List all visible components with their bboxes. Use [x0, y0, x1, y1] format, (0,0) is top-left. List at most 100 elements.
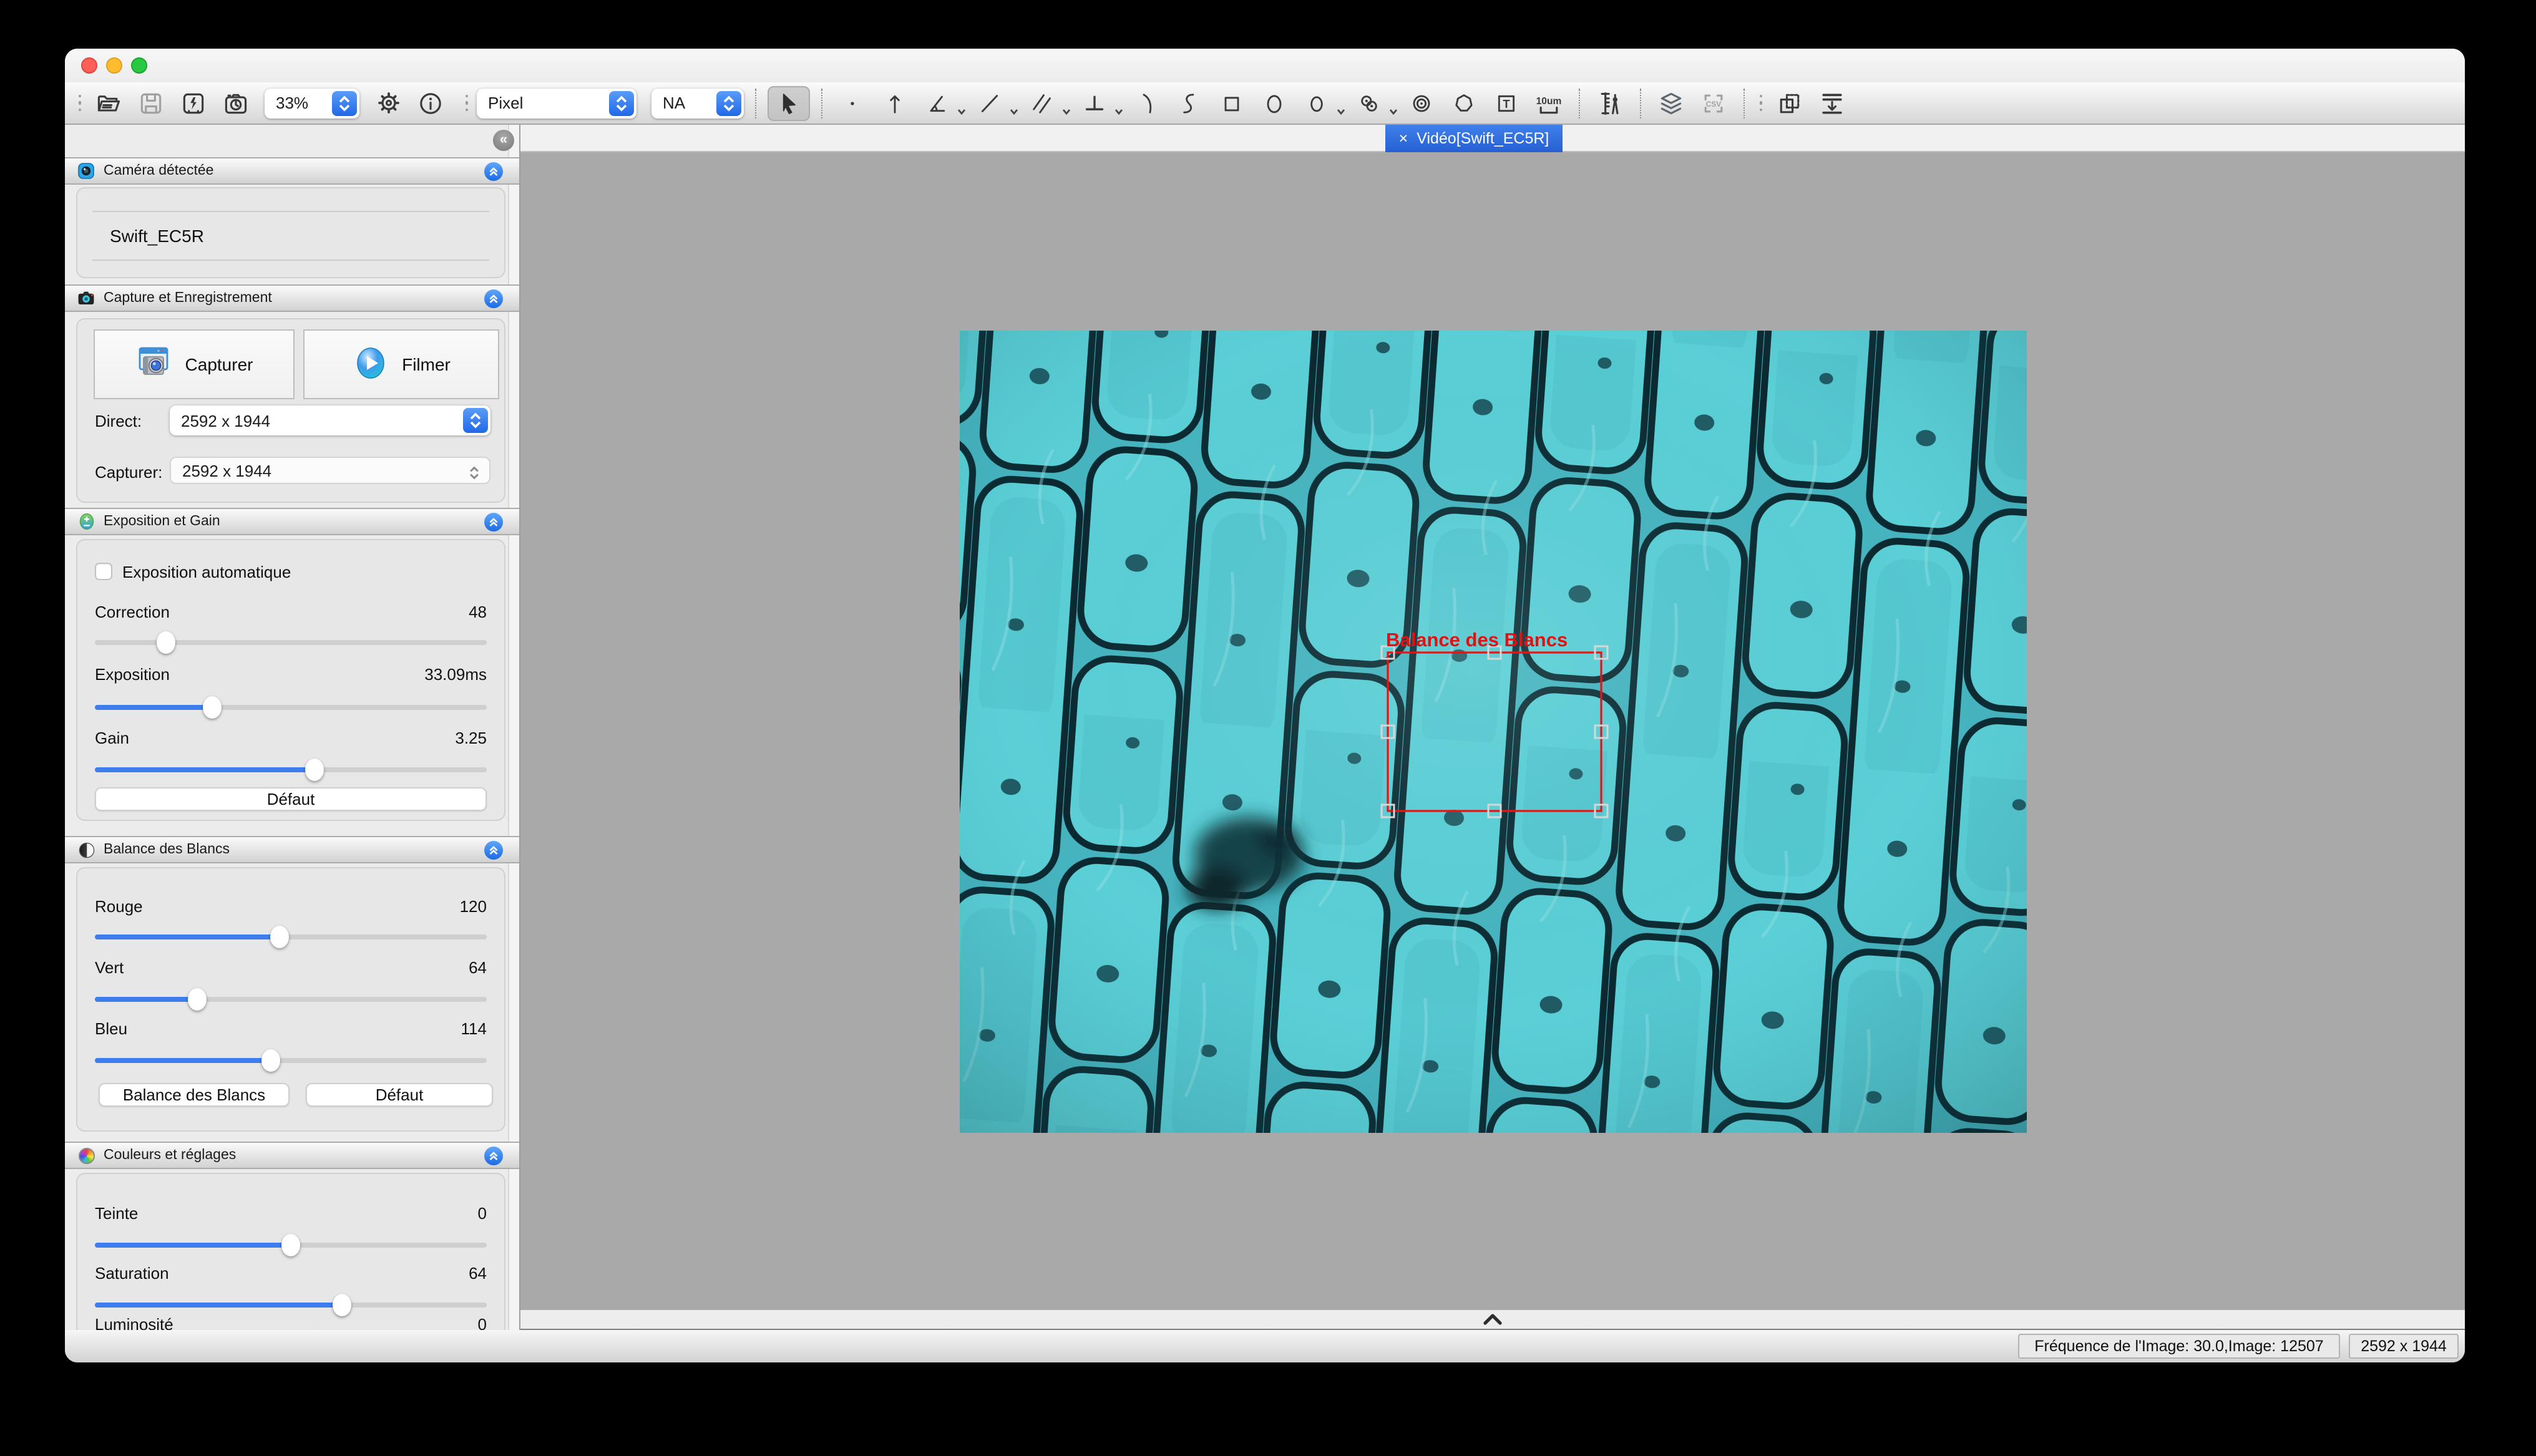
chevron-up-icon[interactable]	[1483, 1308, 1503, 1331]
ellipse-tool[interactable]	[1256, 85, 1293, 120]
panel-title: Balance des Blancs	[104, 842, 476, 857]
scale-bar-10um-icon[interactable]: 10um	[1530, 85, 1568, 120]
calipers-icon[interactable]	[1591, 85, 1629, 120]
blue-slider[interactable]	[95, 1049, 487, 1072]
curve-tool[interactable]	[1171, 85, 1208, 120]
panel-header-colors[interactable]: Couleurs et réglages	[65, 1142, 519, 1169]
collapse-panel-button[interactable]	[484, 840, 503, 859]
polygon-tool[interactable]	[1445, 85, 1483, 120]
arc-tool[interactable]	[1128, 85, 1166, 120]
line-tool[interactable]	[971, 85, 1008, 120]
panel-header-camera[interactable]: Caméra détectée	[65, 157, 519, 185]
hue-slider[interactable]	[95, 1234, 487, 1256]
na-select[interactable]: NA	[651, 88, 744, 118]
copy-icon[interactable]	[1771, 85, 1808, 120]
capture-resolution-select[interactable]: 2592 x 1944	[170, 457, 490, 484]
arrow-tool[interactable]	[876, 85, 914, 120]
csv-export-icon[interactable]: CSV	[1695, 85, 1732, 120]
video-tab[interactable]: × Vidéo[Swift_EC5R]	[1385, 125, 1563, 152]
settings-gear-icon[interactable]	[369, 85, 407, 120]
green-slider[interactable]	[95, 988, 487, 1011]
circle-tool[interactable]	[1298, 85, 1335, 120]
slider-thumb[interactable]	[281, 1234, 300, 1256]
live-resolution-select[interactable]: 2592 x 1944	[170, 405, 490, 435]
sidebar: « Caméra détectée Swift_EC5R Capture et	[65, 125, 520, 1330]
concentric-circles-tool[interactable]	[1403, 85, 1440, 120]
circle-tool-caret[interactable]	[1337, 98, 1345, 120]
red-slider[interactable]	[95, 926, 487, 948]
unit-select[interactable]: Pixel	[477, 88, 636, 118]
auto-exposure-checkbox[interactable]	[95, 563, 112, 580]
perpendicular-tool[interactable]	[1076, 85, 1113, 120]
toolbar-drag-handle[interactable]	[75, 88, 85, 118]
angle-tool-caret[interactable]	[957, 98, 966, 120]
exposure-default-button[interactable]: Défaut	[95, 787, 487, 811]
titlebar[interactable]	[65, 49, 2465, 82]
slider-thumb[interactable]	[156, 631, 175, 654]
capture-photo-icon	[135, 344, 173, 385]
perpendicular-tool-caret[interactable]	[1114, 98, 1123, 120]
slider-thumb[interactable]	[187, 988, 206, 1011]
saturation-slider[interactable]	[95, 1294, 487, 1316]
gain-slider[interactable]	[95, 759, 487, 781]
minimize-window-button[interactable]	[106, 57, 122, 74]
capture-flash-icon[interactable]	[175, 85, 212, 120]
na-value: NA	[663, 94, 685, 112]
open-file-icon[interactable]	[90, 85, 127, 120]
close-window-button[interactable]	[81, 57, 97, 74]
zoom-select[interactable]: 33%	[265, 88, 359, 118]
collapse-panel-button[interactable]	[484, 289, 503, 308]
panel-header-capture[interactable]: Capture et Enregistrement	[65, 284, 519, 312]
export-icon[interactable]	[1813, 85, 1851, 120]
line-tool-caret[interactable]	[1010, 98, 1018, 120]
svg-text:T: T	[1503, 97, 1509, 110]
linked-circles-tool-caret[interactable]	[1389, 98, 1398, 120]
text-tool[interactable]: T	[1488, 85, 1525, 120]
collapse-sidebar-button[interactable]: «	[493, 130, 514, 151]
resolution-status: 2592 x 1944	[2349, 1334, 2459, 1359]
linked-circles-tool[interactable]	[1350, 85, 1388, 120]
selection-overlay[interactable]	[959, 330, 2026, 1132]
collapse-panel-button[interactable]	[484, 162, 503, 180]
slider-thumb[interactable]	[203, 696, 222, 719]
stepper-chevrons-icon	[716, 90, 741, 115]
save-icon[interactable]	[132, 85, 170, 120]
parallel-lines-tool[interactable]	[1023, 85, 1061, 120]
slider-thumb[interactable]	[270, 926, 288, 948]
close-tab-icon[interactable]: ×	[1399, 130, 1408, 147]
white-balance-default-button[interactable]: Défaut	[306, 1083, 493, 1107]
selection-rect[interactable]	[1387, 652, 1601, 810]
video-image[interactable]: Balance des Blancs	[959, 330, 2026, 1132]
rectangle-tool[interactable]	[1213, 85, 1251, 120]
capture-timer-icon[interactable]	[217, 85, 255, 120]
capture-panel-body: Capturer Filmer Direct: 2592 x 1944 Capt…	[76, 318, 505, 503]
toolbar-drag-handle[interactable]	[1756, 88, 1766, 118]
selection-handles[interactable]	[1381, 646, 1607, 817]
reveal-strip[interactable]	[520, 1310, 2465, 1330]
parallel-lines-tool-caret[interactable]	[1062, 98, 1071, 120]
svg-text:10um: 10um	[1536, 95, 1562, 106]
slider-thumb[interactable]	[333, 1294, 351, 1316]
slider-thumb[interactable]	[305, 759, 324, 781]
collapse-panel-button[interactable]	[484, 512, 503, 531]
toolbar-drag-handle[interactable]	[462, 88, 472, 118]
collapse-panel-button[interactable]	[484, 1146, 503, 1165]
layers-icon[interactable]	[1652, 85, 1690, 120]
record-button[interactable]: Filmer	[303, 329, 499, 399]
panel-header-white-balance[interactable]: Balance des Blancs	[65, 836, 519, 863]
info-icon[interactable]	[412, 85, 449, 120]
cursor-tool[interactable]	[768, 85, 810, 120]
slider-thumb[interactable]	[262, 1049, 281, 1072]
angle-tool[interactable]	[919, 85, 956, 120]
capture-button[interactable]: Capturer	[94, 329, 295, 399]
panel-header-exposure[interactable]: Exposition et Gain	[65, 508, 519, 535]
green-value: 64	[469, 958, 487, 976]
exposure-slider[interactable]	[95, 696, 487, 719]
camera-device-row[interactable]: Swift_EC5R	[110, 226, 204, 246]
zoom-window-button[interactable]	[131, 57, 147, 74]
camera-list: Swift_EC5R	[76, 187, 505, 278]
white-balance-button[interactable]: Balance des Blancs	[99, 1083, 290, 1107]
point-tool[interactable]	[834, 85, 871, 120]
correction-slider[interactable]	[95, 631, 487, 654]
white-balance-panel-body: Rouge 120 Vert 64 Bleu 114	[76, 867, 505, 1132]
